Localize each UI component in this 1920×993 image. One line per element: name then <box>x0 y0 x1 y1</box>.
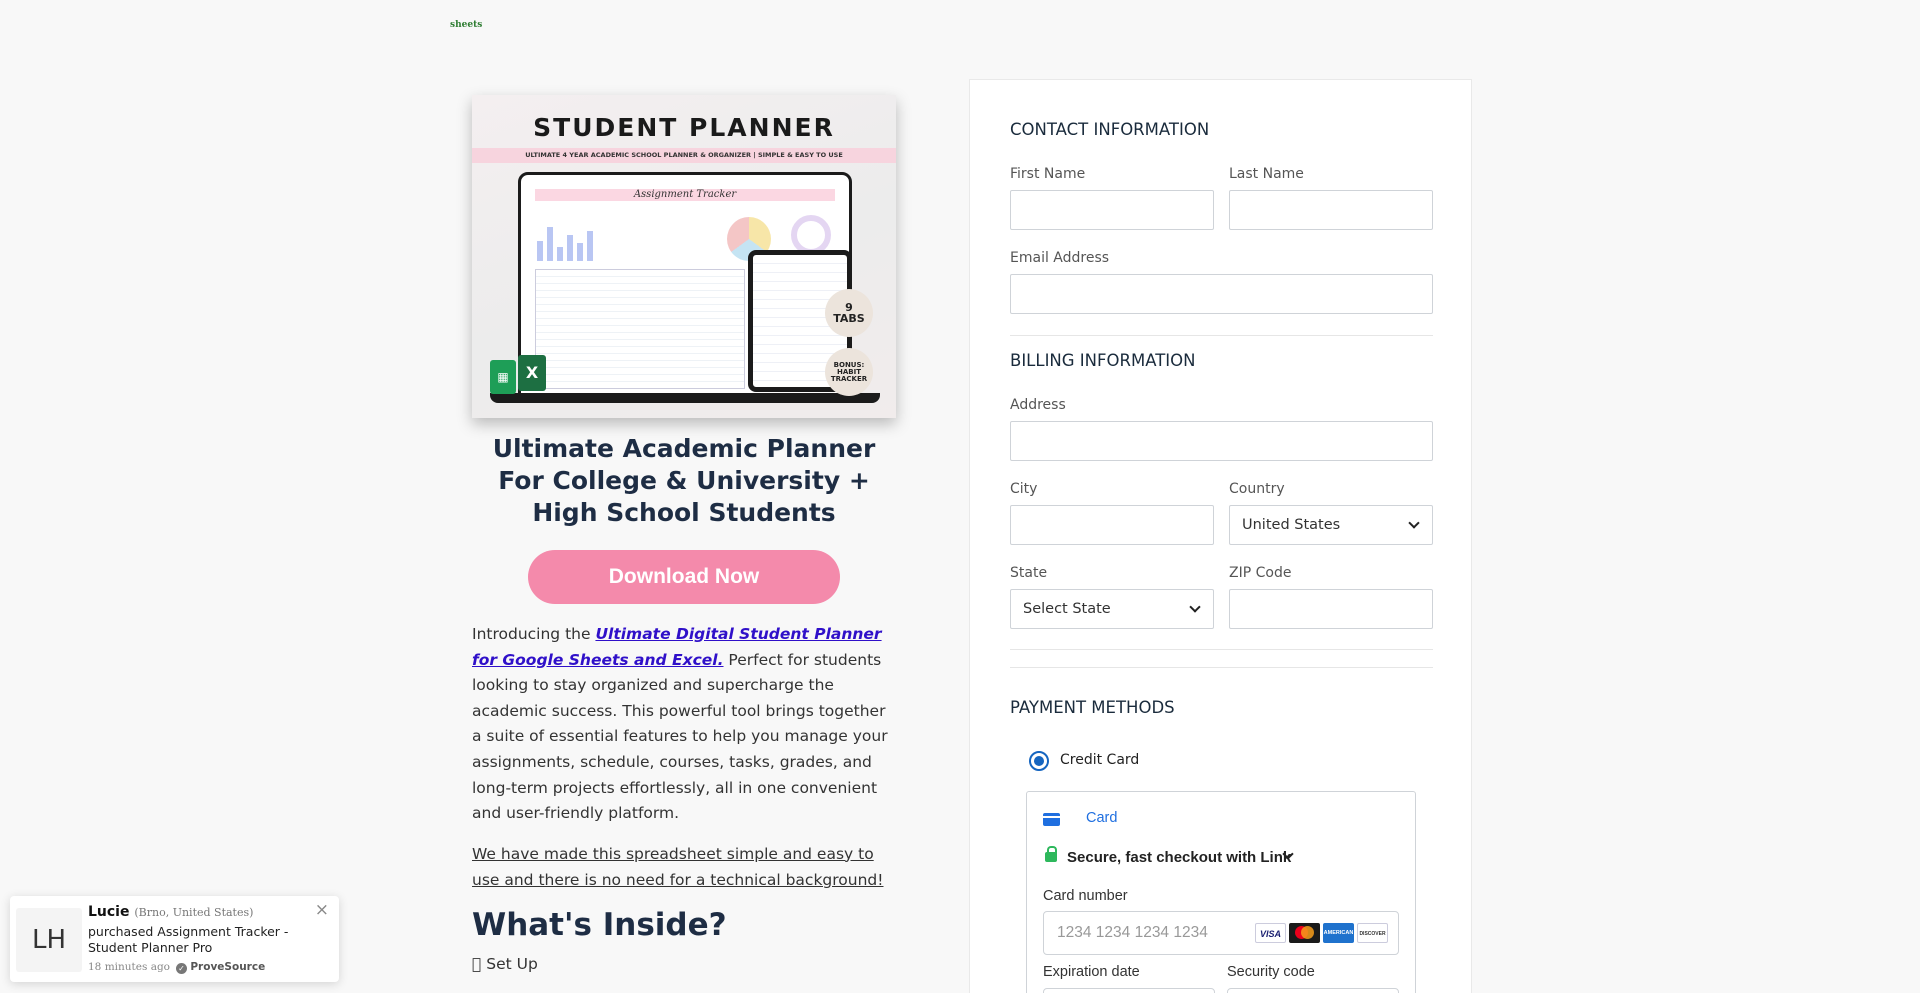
zip-label: ZIP Code <box>1229 565 1292 581</box>
zip-field[interactable] <box>1229 589 1433 629</box>
bonus-badge: BONUS: HABIT TRACKER <box>825 348 873 396</box>
email-label: Email Address <box>1010 250 1110 266</box>
product-title: Ultimate Academic Planner For College & … <box>492 434 876 527</box>
visa-icon: VISA <box>1255 923 1286 943</box>
address-label: Address <box>1010 397 1066 413</box>
intro-suffix: Perfect for students looking to stay org… <box>472 650 888 823</box>
purchase-time-text: 18 minutes ago <box>88 961 171 973</box>
first-name-label: First Name <box>1010 166 1086 182</box>
mastercard-icon <box>1289 923 1320 943</box>
product-intro: Introducing the Ultimate Digital Student… <box>472 622 896 827</box>
discover-icon: DISCOVER <box>1357 923 1388 943</box>
state-select[interactable]: Select State <box>1010 589 1214 629</box>
divider <box>1010 667 1433 668</box>
mini-bar-chart <box>537 213 607 261</box>
card-brand-icons: VISA AMERICAN EXPRESS DISCOVER <box>1255 923 1388 956</box>
buyer-name: Lucie (Brno, United States) <box>88 904 253 920</box>
setup-list-item:   Set Up <box>472 954 538 973</box>
product-image: STUDENT PLANNER ULTIMATE 4 YEAR ACADEMIC… <box>472 95 896 418</box>
tabs-badge: 9 TABS <box>825 289 873 337</box>
avatar: LH <box>16 908 82 972</box>
lock-icon <box>1045 846 1057 862</box>
card-number-field[interactable]: 1234 1234 1234 1234 VISA AMERICAN EXPRES… <box>1043 911 1399 956</box>
address-field[interactable] <box>1010 421 1433 461</box>
purchase-time: 18 minutes ago ✓ ProveSource <box>88 961 265 974</box>
simple-note: We have made this spreadsheet simple and… <box>472 844 884 889</box>
site-logo[interactable]: sheets <box>450 20 482 30</box>
product-column: STUDENT PLANNER ULTIMATE 4 YEAR ACADEMIC… <box>472 95 896 973</box>
card-number-label: Card number <box>1043 888 1128 904</box>
link-checkout-toggle[interactable]: Secure, fast checkout with Link <box>1067 849 1291 866</box>
download-now-button[interactable]: Download Now <box>528 550 840 604</box>
mini-spreadsheet-table <box>535 269 745 389</box>
checkout-panel: CONTACT INFORMATION First Name Last Name… <box>969 79 1472 993</box>
tabs-badge-text: TABS <box>833 312 865 325</box>
whats-inside-heading: What's Inside? <box>472 906 727 943</box>
city-label: City <box>1010 481 1038 497</box>
expiration-field[interactable] <box>1043 988 1215 993</box>
last-name-label: Last Name <box>1229 166 1304 182</box>
credit-card-radio[interactable] <box>1029 751 1049 771</box>
card-tab[interactable]: Card <box>1086 810 1117 826</box>
city-field[interactable] <box>1010 505 1214 545</box>
bonus-badge-line3: TRACKER <box>830 374 868 383</box>
expiration-label: Expiration date <box>1043 964 1140 980</box>
provesource-label: ProveSource <box>190 961 266 973</box>
google-sheets-icon: ▦ <box>490 360 516 394</box>
security-code-field[interactable] <box>1227 988 1399 993</box>
last-name-field[interactable] <box>1229 190 1433 230</box>
buyer-name-text: Lucie <box>88 904 130 920</box>
state-select-value: Select State <box>1023 601 1111 617</box>
billing-heading: BILLING INFORMATION <box>1010 351 1196 370</box>
country-select[interactable]: United States <box>1229 505 1433 545</box>
mini-donut-chart <box>791 215 831 255</box>
divider <box>1010 335 1433 336</box>
intro-prefix: Introducing the <box>472 625 596 643</box>
state-label: State <box>1010 565 1048 581</box>
close-icon[interactable]: × <box>315 900 329 920</box>
divider <box>1010 649 1433 650</box>
credit-card-icon <box>1043 813 1060 826</box>
country-label: Country <box>1229 481 1285 497</box>
purchase-notification[interactable]: LH Lucie (Brno, United States) purchased… <box>10 896 339 982</box>
purchase-message: purchased Assignment Tracker - Student P… <box>88 924 289 955</box>
buyer-location: (Brno, United States) <box>134 906 254 919</box>
product-image-subtitle: ULTIMATE 4 YEAR ACADEMIC SCHOOL PLANNER … <box>472 148 896 163</box>
card-number-placeholder: 1234 1234 1234 1234 <box>1057 924 1208 941</box>
country-select-value: United States <box>1242 517 1341 533</box>
sheet-title: Assignment Tracker <box>535 189 835 201</box>
credit-card-radio-label[interactable]: Credit Card <box>1060 752 1139 768</box>
verified-check-icon: ✓ <box>176 963 188 974</box>
contact-heading: CONTACT INFORMATION <box>1010 120 1210 139</box>
security-code-label: Security code <box>1227 964 1315 980</box>
amex-icon: AMERICAN EXPRESS <box>1323 923 1354 956</box>
payment-heading: PAYMENT METHODS <box>1010 698 1175 717</box>
laptop-base <box>490 393 880 403</box>
first-name-field[interactable] <box>1010 190 1214 230</box>
excel-icon: X <box>518 355 546 391</box>
email-field[interactable] <box>1010 274 1433 314</box>
card-payment-element: Card Secure, fast checkout with Link Car… <box>1026 791 1416 993</box>
product-image-title: STUDENT PLANNER <box>533 113 835 142</box>
